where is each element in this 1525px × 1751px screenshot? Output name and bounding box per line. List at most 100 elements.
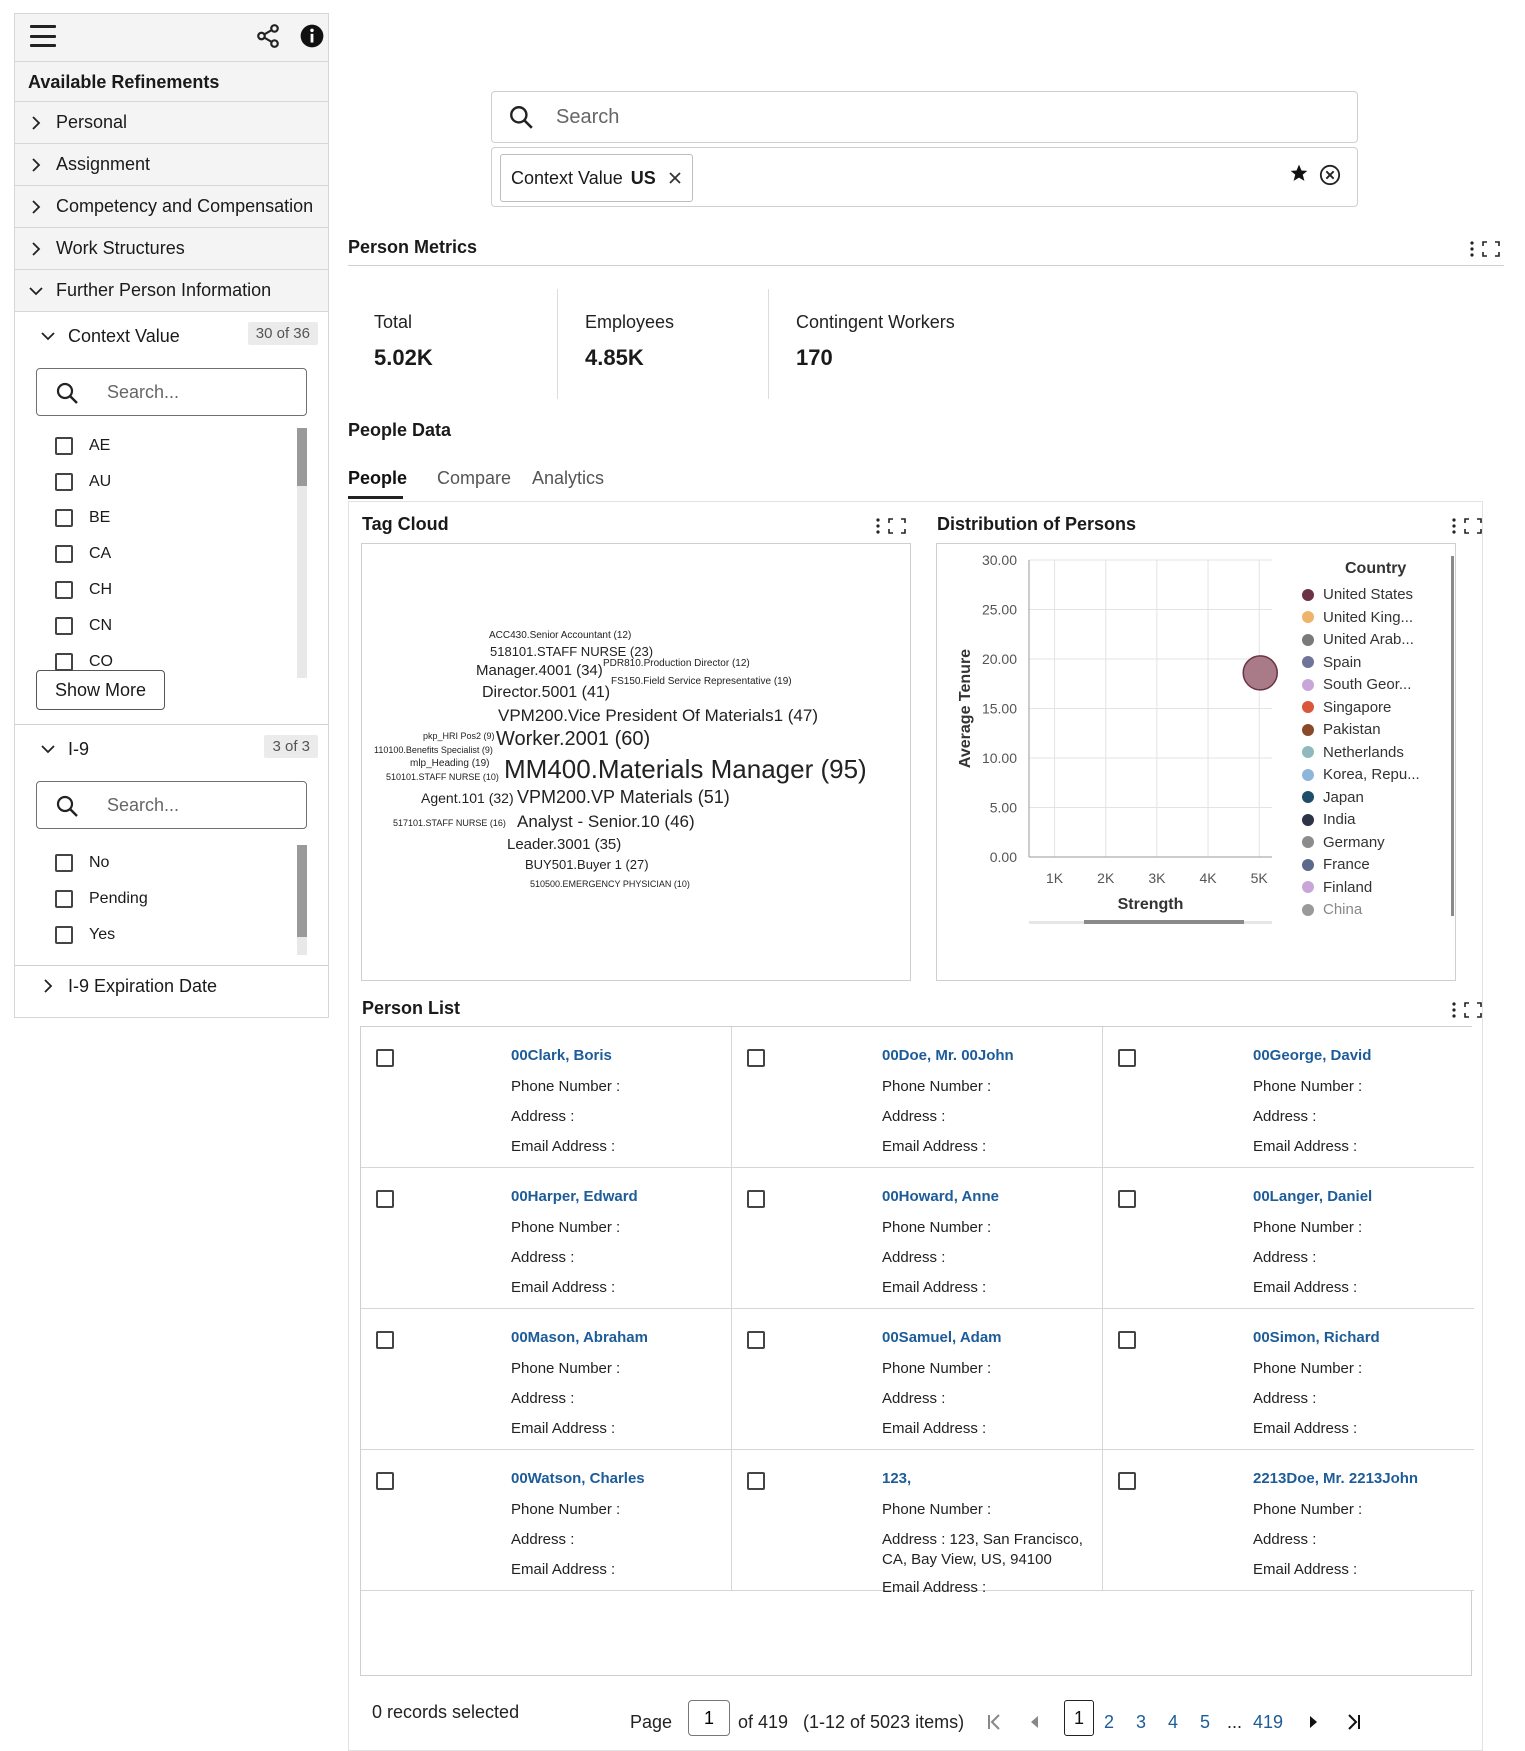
checkbox[interactable] — [55, 653, 73, 671]
person-checkbox[interactable] — [1118, 1331, 1136, 1349]
person-checkbox[interactable] — [1118, 1472, 1136, 1490]
person-name-link[interactable]: 00Clark, Boris — [511, 1047, 612, 1064]
legend-item[interactable]: Finland — [1302, 879, 1372, 896]
tag[interactable]: Manager.4001 (34) — [476, 662, 603, 679]
option-pending[interactable]: Pending — [36, 881, 307, 917]
option-ch[interactable]: CH — [36, 572, 307, 608]
first-page-icon[interactable] — [985, 1712, 1005, 1732]
global-search-input[interactable] — [556, 92, 1336, 142]
person-checkbox[interactable] — [747, 1190, 765, 1208]
option-ca[interactable]: CA — [36, 536, 307, 572]
tab-analytics[interactable]: Analytics — [532, 468, 604, 489]
option-be[interactable]: BE — [36, 500, 307, 536]
tag[interactable]: Leader.3001 (35) — [507, 836, 621, 853]
person-card[interactable]: 00Harper, Edward Phone Number : Address : … — [361, 1168, 732, 1309]
legend-item[interactable]: South Geor... — [1302, 676, 1411, 693]
legend-item[interactable]: China — [1302, 901, 1362, 918]
checkbox[interactable] — [55, 926, 73, 944]
section-personal[interactable]: Personal — [15, 102, 328, 144]
checkbox[interactable] — [55, 890, 73, 908]
person-checkbox[interactable] — [1118, 1190, 1136, 1208]
panel-menu-icon[interactable] — [875, 517, 909, 535]
scrollbar-thumb[interactable] — [297, 428, 307, 486]
i9-search-input[interactable] — [107, 782, 297, 828]
tag[interactable]: Director.5001 (41) — [482, 684, 610, 702]
person-name-link[interactable]: 00Simon, Richard — [1253, 1329, 1380, 1346]
tag[interactable]: mlp_Heading (19) — [410, 758, 490, 769]
section-further-person-information[interactable]: Further Person Information — [15, 270, 328, 312]
tag[interactable]: Worker.2001 (60) — [496, 728, 650, 751]
hamburger-menu-icon[interactable] — [29, 22, 57, 50]
person-checkbox[interactable] — [376, 1190, 394, 1208]
person-name-link[interactable]: 00Howard, Anne — [882, 1188, 999, 1205]
tag[interactable]: PDR810.Production Director (12) — [603, 658, 750, 669]
person-card[interactable]: 00Watson, Charles Phone Number : Address :… — [361, 1450, 732, 1591]
section-assignment[interactable]: Assignment — [15, 144, 328, 186]
legend-item[interactable]: United King... — [1302, 609, 1413, 626]
person-checkbox[interactable] — [376, 1049, 394, 1067]
page-4[interactable]: 4 — [1168, 1712, 1178, 1733]
person-card[interactable]: 00Samuel, Adam Phone Number : Address : Em… — [732, 1309, 1103, 1450]
person-name-link[interactable]: 00Watson, Charles — [511, 1470, 645, 1487]
context-value-header[interactable]: Context Value 30 of 36 — [15, 312, 328, 360]
legend-item[interactable]: India — [1302, 811, 1356, 828]
page-1[interactable]: 1 — [1064, 1700, 1094, 1736]
page-5[interactable]: 5 — [1200, 1712, 1210, 1733]
person-card[interactable]: 2213Doe, Mr. 2213John Phone Number : Addre… — [1103, 1450, 1474, 1591]
tag[interactable]: pkp_HRI Pos2 (9) — [423, 731, 495, 741]
person-name-link[interactable]: 00George, David — [1253, 1047, 1371, 1064]
tag[interactable]: BUY501.Buyer 1 (27) — [525, 857, 649, 872]
person-card[interactable]: 00Langer, Daniel Phone Number : Address : … — [1103, 1168, 1474, 1309]
person-name-link[interactable]: 00Samuel, Adam — [882, 1329, 1002, 1346]
person-checkbox[interactable] — [1118, 1049, 1136, 1067]
person-card[interactable]: 123, Phone Number : Address : 123, San Fra… — [732, 1450, 1103, 1596]
person-checkbox[interactable] — [747, 1472, 765, 1490]
i9-expiration-header[interactable]: I-9 Expiration Date — [15, 966, 328, 1006]
legend-item[interactable]: Singapore — [1302, 699, 1391, 716]
option-co[interactable]: CO — [36, 644, 307, 680]
tab-compare[interactable]: Compare — [437, 468, 511, 489]
panel-menu-icon[interactable] — [1469, 240, 1503, 258]
tag[interactable]: ACC430.Senior Accountant (12) — [489, 630, 631, 641]
person-name-link[interactable]: 00Doe, Mr. 00John — [882, 1047, 1014, 1064]
person-name-link[interactable]: 123, — [882, 1470, 911, 1487]
scrollbar-thumb[interactable] — [297, 845, 307, 937]
page-number-input[interactable] — [688, 1700, 730, 1736]
person-checkbox[interactable] — [376, 1331, 394, 1349]
tag[interactable]: 517101.STAFF NURSE (16) — [393, 818, 506, 828]
checkbox[interactable] — [55, 509, 73, 527]
person-card[interactable]: 00Howard, Anne Phone Number : Address : Em… — [732, 1168, 1103, 1309]
context-value-search-input[interactable] — [107, 369, 297, 415]
data-point[interactable] — [1242, 655, 1278, 691]
option-no[interactable]: No — [36, 845, 307, 881]
checkbox[interactable] — [55, 545, 73, 563]
tag[interactable]: 518101.STAFF NURSE (23) — [490, 644, 653, 659]
legend-item[interactable]: Netherlands — [1302, 744, 1404, 761]
checkbox[interactable] — [55, 473, 73, 491]
person-card[interactable]: 00Mason, Abraham Phone Number : Address : … — [361, 1309, 732, 1450]
options-scrollbar[interactable] — [297, 845, 307, 955]
next-page-icon[interactable] — [1303, 1712, 1323, 1732]
page-2[interactable]: 2 — [1104, 1712, 1114, 1733]
person-name-link[interactable]: 00Mason, Abraham — [511, 1329, 648, 1346]
tag[interactable]: FS150.Field Service Representative (19) — [611, 676, 792, 687]
person-name-link[interactable]: 2213Doe, Mr. 2213John — [1253, 1470, 1418, 1487]
legend-scrollbar[interactable] — [1451, 556, 1454, 916]
tag[interactable]: Analyst - Senior.10 (46) — [517, 812, 695, 832]
page-last[interactable]: 419 — [1253, 1712, 1283, 1733]
person-card[interactable]: 00Doe, Mr. 00John Phone Number : Address :… — [732, 1027, 1103, 1168]
person-name-link[interactable]: 00Langer, Daniel — [1253, 1188, 1372, 1205]
scrollbar-thumb[interactable] — [1451, 556, 1454, 916]
i9-header[interactable]: I-9 3 of 3 — [15, 725, 328, 773]
legend-item[interactable]: Pakistan — [1302, 721, 1381, 738]
person-card[interactable]: 00Simon, Richard Phone Number : Address : … — [1103, 1309, 1474, 1450]
star-icon[interactable] — [1289, 163, 1309, 183]
tag[interactable]: VPM200.VP Materials (51) — [517, 787, 730, 808]
tag[interactable]: 110100.Benefits Specialist (9) — [374, 745, 493, 755]
info-icon[interactable] — [299, 23, 325, 49]
panel-menu-icon[interactable] — [1451, 1001, 1485, 1019]
legend-item[interactable]: Spain — [1302, 654, 1361, 671]
share-icon[interactable] — [255, 23, 281, 49]
option-cn[interactable]: CN — [36, 608, 307, 644]
option-yes[interactable]: Yes — [36, 917, 307, 953]
